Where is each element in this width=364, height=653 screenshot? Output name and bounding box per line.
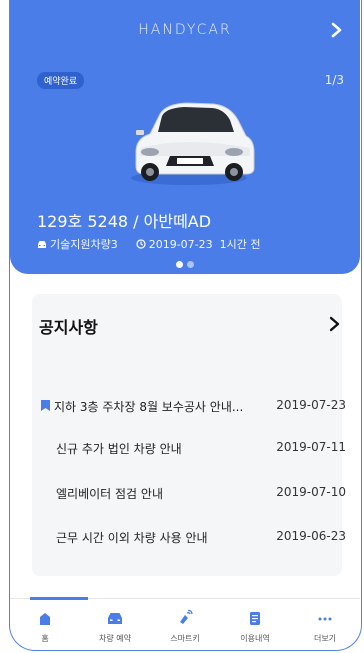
carousel-dot[interactable] xyxy=(187,261,194,268)
tab-label: 이용내역 xyxy=(240,634,270,643)
carousel-dot[interactable] xyxy=(176,261,183,268)
tab-label: 더보기 xyxy=(313,634,337,643)
home-icon xyxy=(40,613,50,625)
notice-item-title: 엘리베이터 점검 안내 xyxy=(56,487,163,501)
reservation-datetime: 2019-07-23 1시간 전 xyxy=(148,238,261,251)
status-badge: 예약완료 xyxy=(37,72,85,89)
tab-label: 스마트키 xyxy=(170,634,200,643)
tab-more[interactable]: 더보기 xyxy=(290,600,360,650)
smart-key-icon xyxy=(180,609,193,624)
notice-item-title: 신규 추가 법인 차량 안내 xyxy=(56,442,182,456)
reservation-card[interactable]: HANDYCAR 예약완료 1/3 129호 5248 / 아반떼AD 기술지원… xyxy=(10,0,360,274)
app-frame: HANDYCAR 예약완료 1/3 129호 5248 / 아반떼AD 기술지원… xyxy=(9,0,362,651)
more-icon xyxy=(318,617,332,621)
car-small-icon xyxy=(38,240,46,248)
bookmark-icon xyxy=(41,400,50,411)
notice-item-title: 지하 3층 주차장 8월 보수공사 안내... xyxy=(54,400,244,414)
vehicle-plate: 129호 5248 / 아반떼AD xyxy=(37,212,212,231)
chevron-right-icon[interactable] xyxy=(329,316,341,332)
car-image xyxy=(131,102,255,185)
notice-item-title: 근무 시간 이외 차량 사용 안내 xyxy=(56,531,208,545)
bottom-tab-bar: 홈 차량 예약 스마트키 이용내역 더보기 xyxy=(10,600,360,650)
notice-item-date: 2019-06-23 xyxy=(276,529,346,543)
tab-car-reservation[interactable]: 차량 예약 xyxy=(80,600,150,650)
tab-label: 홈 xyxy=(41,634,49,643)
tab-home[interactable]: 홈 xyxy=(10,600,80,650)
notice-item-date: 2019-07-10 xyxy=(276,485,346,499)
notice-title: 공지사항 xyxy=(39,318,98,337)
notice-item-date: 2019-07-11 xyxy=(276,440,346,454)
brand-logo: HANDYCAR xyxy=(138,22,232,38)
clock-icon xyxy=(136,239,146,249)
page-counter: 1/3 xyxy=(324,73,344,87)
tab-history[interactable]: 이용내역 xyxy=(220,600,290,650)
notice-item-date: 2019-07-23 xyxy=(276,398,346,412)
vehicle-type: 기술지원차량3 xyxy=(50,238,118,251)
carousel-dots xyxy=(10,261,360,268)
car-icon xyxy=(108,613,122,624)
tab-label: 차량 예약 xyxy=(99,634,131,643)
history-icon xyxy=(250,612,260,625)
tab-smart-key[interactable]: 스마트키 xyxy=(150,600,220,650)
reservation-meta: 기술지원차량3 2019-07-23 1시간 전 xyxy=(37,236,261,252)
chevron-right-icon[interactable] xyxy=(330,22,344,38)
